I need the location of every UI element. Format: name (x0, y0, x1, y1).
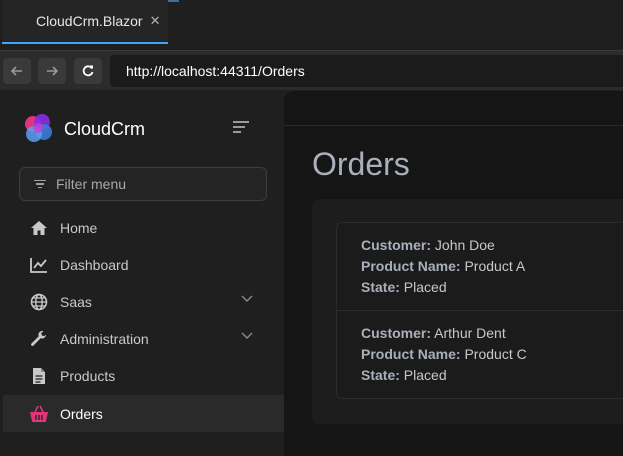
chevron-down-icon (241, 295, 253, 302)
sidebar-item-administration[interactable]: Administration (3, 320, 284, 357)
cloudcrm-logo-icon (25, 114, 52, 142)
wrench-icon (29, 329, 49, 349)
sidebar-item-label: Administration (60, 330, 149, 347)
basket-icon (29, 404, 49, 424)
filter-placeholder: Filter menu (56, 176, 127, 192)
sidebar-item-label: Home (60, 219, 98, 236)
browser-tabbar: CloudCrm.Blazor ✕ (0, 0, 623, 50)
orders-panel: Customer: John Doe Product Name: Product… (312, 199, 623, 424)
reload-icon (82, 65, 94, 77)
browser-tab[interactable]: CloudCrm.Blazor ✕ (2, 0, 168, 44)
order-customer: Customer: Arthur Dent (361, 325, 506, 341)
page-viewport: CloudCrm Filter menu Home Dashboard Saas… (0, 91, 623, 456)
filter-icon (34, 178, 46, 191)
sidebar: CloudCrm Filter menu Home Dashboard Saas… (3, 91, 284, 456)
tab-close-icon[interactable]: ✕ (150, 13, 161, 29)
file-icon (29, 366, 49, 386)
browser-navbar: http://localhost:44311/Orders (0, 50, 623, 90)
arrow-left-icon (10, 66, 22, 76)
order-card: Customer: John Doe Product Name: Product… (336, 222, 623, 311)
brand[interactable]: CloudCrm (22, 113, 145, 145)
arrow-right-icon (47, 66, 59, 76)
page-title: Orders (312, 146, 410, 182)
reload-button[interactable] (74, 58, 102, 84)
sidebar-item-orders[interactable]: Orders (3, 395, 284, 432)
sidebar-item-label: Products (60, 367, 116, 384)
brand-name: CloudCrm (64, 118, 146, 139)
globe-icon (29, 292, 49, 312)
chart-line-icon (29, 255, 49, 275)
sidebar-item-dashboard[interactable]: Dashboard (3, 246, 284, 283)
home-icon (29, 218, 49, 238)
sidebar-item-home[interactable]: Home (3, 209, 284, 246)
sidebar-item-label: Saas (60, 293, 92, 310)
address-bar[interactable]: http://localhost:44311/Orders (110, 55, 623, 87)
order-customer: Customer: John Doe (361, 237, 495, 253)
back-button[interactable] (3, 58, 31, 84)
sidebar-item-label: Orders (60, 405, 103, 422)
sidebar-item-products[interactable]: Products (3, 357, 284, 394)
main-topbar (284, 91, 623, 126)
tab-title: CloudCrm.Blazor (36, 13, 143, 29)
filter-menu-input[interactable]: Filter menu (19, 167, 267, 201)
forward-button[interactable] (38, 58, 66, 84)
sidebar-item-label: Dashboard (60, 256, 129, 273)
chevron-down-icon (241, 332, 253, 339)
menu-toggle-icon[interactable] (233, 121, 251, 135)
main-content: Orders Customer: John Doe Product Name: … (284, 91, 623, 456)
order-product: Product Name: Product C (361, 346, 527, 362)
order-product: Product Name: Product A (361, 258, 526, 274)
order-card: Customer: Arthur Dent Product Name: Prod… (336, 310, 623, 399)
sidebar-item-saas[interactable]: Saas (3, 283, 284, 320)
order-state: State: Placed (361, 279, 447, 295)
order-state: State: Placed (361, 367, 447, 383)
